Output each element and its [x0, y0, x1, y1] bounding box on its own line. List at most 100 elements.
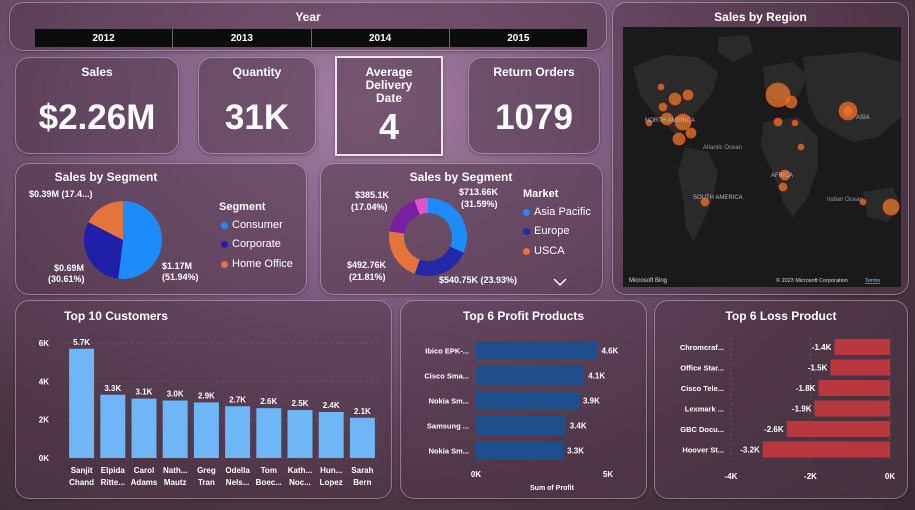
y-tick-label: 6K: [39, 339, 49, 348]
other-market-label-pct: (17.04%): [351, 202, 388, 212]
customer-bar[interactable]: [287, 410, 313, 458]
legend-usca[interactable]: USCA: [523, 245, 565, 257]
profit-products-card: Top 6 Profit Products Ibico EPK-... 4.6K C…: [400, 300, 647, 499]
loss-bar[interactable]: [818, 380, 890, 396]
product-label: Nokia Sm...: [429, 447, 469, 456]
loss-products-chart[interactable]: -4K -2K 0K Chromcraf... -1.4K Office Star... -…: [655, 301, 909, 500]
customer-bar[interactable]: [193, 402, 219, 458]
sales-kpi-label: Sales: [81, 65, 113, 79]
top-customers-card: Top 10 Customers 0K 2K 4K 6K 5.7K Sanjit Chand…: [15, 300, 392, 499]
bar-value-label: 2.4K: [323, 401, 340, 410]
map-bubble[interactable]: [672, 132, 686, 146]
top-customers-chart[interactable]: 0K 2K 4K 6K 5.7K Sanjit Chand 3.3K Elpida Ritte..…: [16, 301, 393, 500]
map-bubble[interactable]: [657, 83, 665, 91]
product-label: Cisco Tele...: [681, 384, 724, 393]
consumer-label-value: $1.17M: [162, 261, 193, 271]
profit-bar[interactable]: [476, 366, 585, 385]
map-bubble[interactable]: [682, 89, 694, 101]
slice-usca[interactable]: [389, 231, 420, 274]
y-tick-label: 2K: [39, 416, 49, 425]
map-bubble[interactable]: [842, 105, 854, 117]
customer-bar[interactable]: [256, 408, 282, 458]
consumer-dot-icon: [221, 221, 228, 229]
map-bubble[interactable]: [797, 143, 805, 151]
world-map[interactable]: NORTH AMERICA Atlantic Ocean AFRICA SOUT…: [623, 27, 912, 287]
map-bubble[interactable]: [882, 198, 900, 216]
bar-value-label: 3.1K: [136, 388, 153, 397]
slice-consumer[interactable]: [118, 201, 162, 279]
profit-bar[interactable]: [476, 391, 579, 410]
legend-home-office-label: Home Office: [232, 258, 293, 270]
product-label: GBC Docu...: [680, 425, 724, 434]
loss-bar[interactable]: [814, 400, 890, 417]
customer-bar[interactable]: [69, 348, 95, 458]
map-terms-link[interactable]: Terms: [865, 278, 880, 284]
quantity-kpi-card[interactable]: Quantity 31K: [198, 57, 316, 154]
customer-bar[interactable]: [225, 406, 251, 458]
loss-bar[interactable]: [786, 421, 890, 437]
profit-bar[interactable]: [476, 441, 564, 460]
loss-bar[interactable]: [830, 359, 890, 376]
bar-value-label: -1.8K: [796, 384, 816, 393]
bar-value-label: 5.7K: [73, 338, 90, 347]
bar-value-label: 3.3K: [567, 447, 584, 456]
year-2014-button[interactable]: 2014: [311, 29, 450, 47]
customer-bar[interactable]: [131, 398, 157, 458]
x-tick-label: 5K: [603, 470, 613, 479]
category-label: Sanjit: [71, 466, 93, 475]
corporate-label-pct: (30.61%): [48, 274, 85, 284]
customer-bar[interactable]: [318, 412, 344, 458]
map-bubble[interactable]: [791, 119, 799, 127]
returns-kpi-card[interactable]: Return Orders 1079: [468, 57, 600, 154]
year-2015-button[interactable]: 2015: [449, 29, 587, 47]
bar-value-label: -3.2K: [740, 446, 760, 455]
profit-bar[interactable]: [476, 341, 598, 360]
map-bubble[interactable]: [685, 127, 697, 139]
map-bubble[interactable]: [658, 102, 668, 112]
legend-home-office[interactable]: Home Office: [221, 258, 293, 270]
map-bubble[interactable]: [668, 92, 682, 106]
other-market-label-value: $385.1K: [355, 190, 390, 200]
profit-bar[interactable]: [476, 416, 566, 435]
profit-products-chart[interactable]: Ibico EPK-... 4.6K Cisco Sma... 4.1K Nokia S…: [401, 301, 648, 500]
sales-kpi-card[interactable]: Sales $2.26M: [15, 57, 179, 154]
slice-europe[interactable]: [414, 246, 464, 276]
category-label: Adams: [131, 478, 158, 487]
segment-pie-card: Sales by Segment $0.39M (17.4...) $0.69M…: [15, 163, 307, 295]
africa-map-label: AFRICA: [771, 173, 793, 179]
usca-label-pct: (21.81%): [349, 272, 386, 282]
category-label: Noc...: [289, 478, 311, 487]
category-label: Kath...: [288, 466, 312, 475]
product-label: Samsung ...: [427, 422, 469, 431]
slice-other-market[interactable]: [389, 200, 420, 234]
map-bubble[interactable]: [773, 117, 783, 127]
legend-europe[interactable]: Europe: [523, 225, 569, 237]
europe-dot-icon: [523, 227, 530, 235]
y-tick-label: 4K: [39, 377, 49, 386]
loss-bar[interactable]: [834, 339, 890, 355]
category-label: Hun...: [320, 466, 342, 475]
usca-label-value: $492.76K: [347, 260, 387, 270]
home-office-dot-icon: [221, 260, 228, 268]
map-bubble[interactable]: [784, 95, 798, 109]
legend-corporate[interactable]: Corporate: [221, 238, 281, 250]
loss-bar[interactable]: [762, 441, 890, 458]
customer-bar[interactable]: [349, 417, 375, 458]
corporate-dot-icon: [221, 240, 228, 248]
legend-scroll-down-icon[interactable]: [553, 278, 567, 287]
bar-value-label: 3.4K: [570, 422, 587, 431]
home-office-label: $0.39M (17.4...): [29, 189, 93, 199]
product-label: Hoover St...: [682, 446, 724, 455]
corporate-label-value: $0.69M: [54, 263, 85, 273]
legend-asia-pacific[interactable]: Asia Pacific: [523, 206, 591, 218]
year-2012-button[interactable]: 2012: [35, 29, 174, 47]
legend-consumer[interactable]: Consumer: [221, 219, 283, 231]
customer-bar[interactable]: [162, 400, 188, 459]
year-2013-button[interactable]: 2013: [173, 29, 312, 47]
year-slicer-title: Year: [295, 10, 321, 24]
map-bubble[interactable]: [778, 182, 788, 192]
customer-bar[interactable]: [100, 394, 126, 458]
category-label: Odella: [225, 466, 250, 475]
delivery-kpi-card[interactable]: Average Delivery Date 4: [335, 56, 443, 156]
category-label: Elpida: [101, 466, 126, 475]
